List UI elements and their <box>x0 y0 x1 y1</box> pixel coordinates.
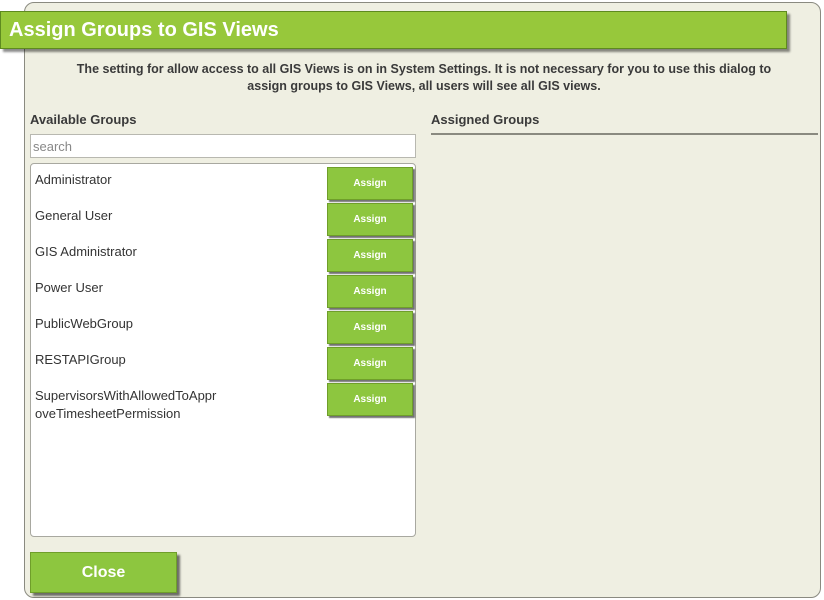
group-name: Power User <box>35 280 103 295</box>
group-name: General User <box>35 208 113 223</box>
list-item: SupervisorsWithAllowedToAppr oveTimeshee… <box>31 380 415 424</box>
assign-button[interactable]: Assign <box>327 311 413 344</box>
assign-button[interactable]: Assign <box>327 167 413 200</box>
assign-button[interactable]: Assign <box>327 275 413 308</box>
group-name: GIS Administrator <box>35 244 137 259</box>
available-groups-list: Administrator Assign General User Assign… <box>30 163 416 537</box>
close-button[interactable]: Close <box>30 552 177 593</box>
list-item: GIS Administrator Assign <box>31 236 415 272</box>
settings-notice: The setting for allow access to all GIS … <box>76 62 772 93</box>
group-search-input[interactable] <box>30 134 416 158</box>
assign-button[interactable]: Assign <box>327 239 413 272</box>
dialog-title: Assign Groups to GIS Views <box>0 11 787 49</box>
assign-button[interactable]: Assign <box>327 203 413 236</box>
group-name-line: SupervisorsWithAllowedToAppr <box>35 388 217 403</box>
group-name: RESTAPIGroup <box>35 352 126 367</box>
list-item: Power User Assign <box>31 272 415 308</box>
assigned-groups-divider <box>431 133 818 135</box>
available-groups-label: Available Groups <box>30 112 137 127</box>
list-item: PublicWebGroup Assign <box>31 308 415 344</box>
group-name-line: oveTimesheetPermission <box>35 406 181 421</box>
list-item: General User Assign <box>31 200 415 236</box>
assigned-groups-label: Assigned Groups <box>431 112 540 127</box>
list-item: RESTAPIGroup Assign <box>31 344 415 380</box>
assign-button[interactable]: Assign <box>327 383 413 416</box>
group-name: Administrator <box>35 172 112 187</box>
group-name: PublicWebGroup <box>35 316 134 331</box>
assign-button[interactable]: Assign <box>327 347 413 380</box>
list-item: Administrator Assign <box>31 164 415 200</box>
group-name: SupervisorsWithAllowedToAppr oveTimeshee… <box>35 387 230 423</box>
